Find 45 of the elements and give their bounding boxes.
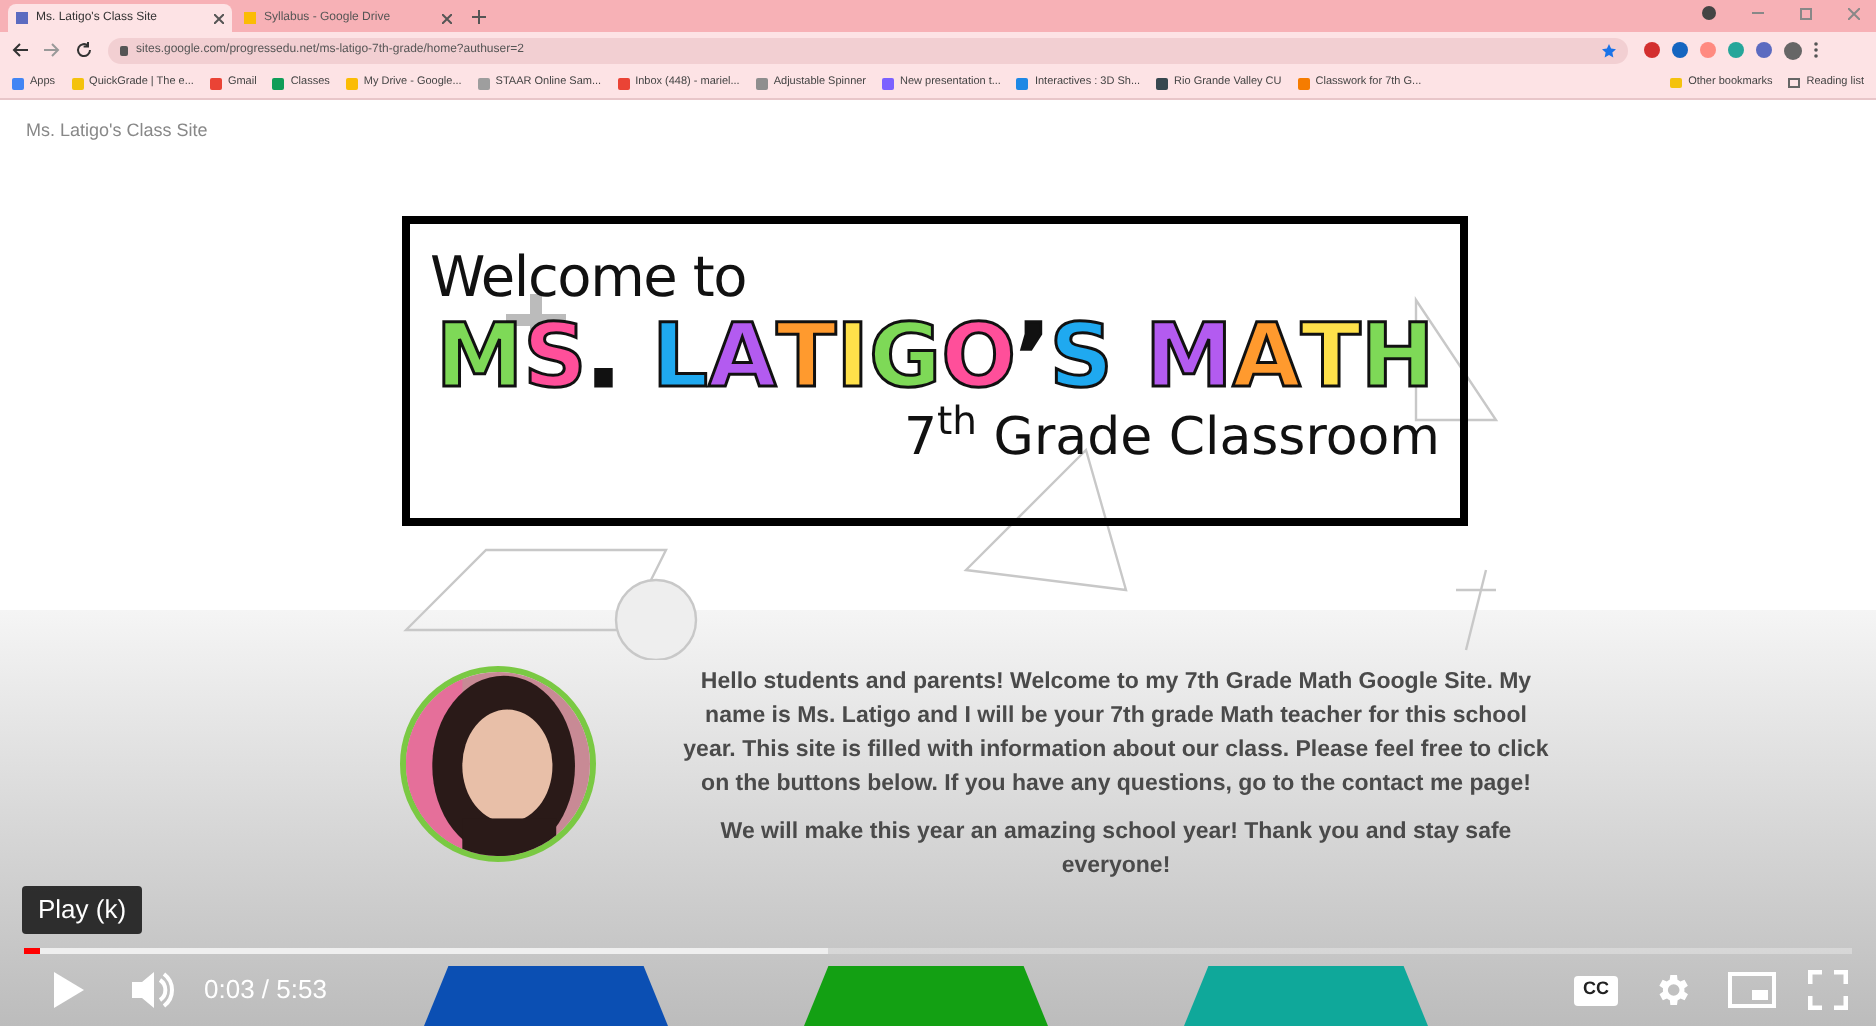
banner-letter: I bbox=[836, 308, 870, 408]
banner-letter: A bbox=[708, 308, 777, 408]
banner-letter: S bbox=[1049, 308, 1113, 408]
site-title[interactable]: Ms. Latigo's Class Site bbox=[26, 118, 208, 145]
banner-letter: G bbox=[869, 308, 942, 408]
reload-icon[interactable] bbox=[76, 42, 92, 58]
extension-icon[interactable] bbox=[1728, 42, 1744, 58]
banner-welcome: Welcome to bbox=[430, 248, 749, 308]
banner-letter: A bbox=[1232, 308, 1301, 408]
extension-icon[interactable] bbox=[1672, 42, 1688, 58]
time-display: 0:03 / 5:53 bbox=[204, 972, 327, 1009]
banner-letter: L bbox=[652, 308, 709, 408]
banner-letter: ’ bbox=[1016, 308, 1050, 408]
banner-subtitle: 7$^{th}$ Grade Classroom bbox=[903, 408, 1440, 468]
tooltip: Play (k) bbox=[22, 886, 143, 934]
banner-letter: T bbox=[776, 308, 837, 408]
folder-icon bbox=[1670, 78, 1683, 88]
intro-paragraph: Hello students and parents! Welcome to my 7th Grade Math Google Site. My name is Ms. Latigo and I will be your 7th grade Math teacher for this school year. This site is filled with information about our class. Please feel free to click on the buttons below. If you have any questions, go to the contact me page! bbox=[681, 668, 1551, 800]
fullscreen-icon[interactable] bbox=[1808, 970, 1848, 1010]
progress-track[interactable] bbox=[24, 948, 1852, 954]
maximize-icon[interactable] bbox=[1800, 7, 1812, 19]
captions-button[interactable]: CC bbox=[1574, 975, 1618, 1005]
banner-letter: . bbox=[586, 308, 621, 408]
banner-letter: T bbox=[1300, 308, 1361, 408]
star-icon[interactable] bbox=[1602, 43, 1616, 57]
tab-favicon-icon bbox=[244, 12, 256, 24]
volume-icon[interactable] bbox=[128, 968, 176, 1012]
reading-list-icon bbox=[1788, 78, 1801, 88]
banner-letter: M bbox=[1144, 308, 1233, 408]
banner-letter: H bbox=[1360, 308, 1435, 408]
extension-icon[interactable] bbox=[1756, 42, 1772, 58]
close-icon[interactable] bbox=[442, 13, 452, 23]
play-icon[interactable] bbox=[48, 970, 88, 1010]
forward-icon[interactable] bbox=[44, 42, 60, 58]
close-icon[interactable] bbox=[214, 13, 224, 23]
extension-icon[interactable] bbox=[1644, 42, 1660, 58]
back-icon[interactable] bbox=[12, 42, 28, 58]
intro-paragraph: We will make this year an amazing school year! Thank you and stay safe everyone! bbox=[718, 818, 1514, 882]
lock-icon bbox=[120, 45, 128, 55]
miniplayer-icon[interactable] bbox=[1728, 972, 1776, 1008]
banner-letter: S bbox=[523, 308, 587, 408]
new-tab-icon[interactable] bbox=[472, 10, 486, 24]
profile-avatar-icon[interactable] bbox=[1784, 41, 1802, 59]
banner-letter: M bbox=[435, 308, 524, 408]
tab-favicon-icon bbox=[16, 12, 28, 24]
